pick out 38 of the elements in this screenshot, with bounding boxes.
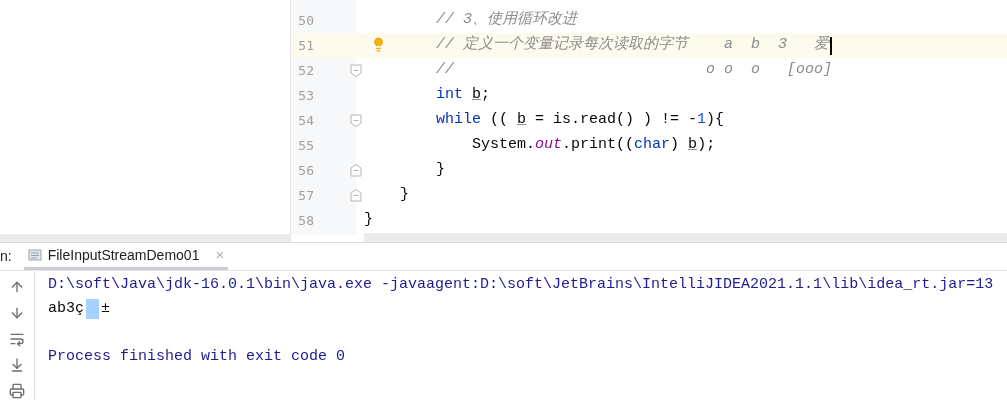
code-text: }: [400, 185, 410, 206]
line-number: 55: [297, 136, 314, 155]
code-text: }: [436, 160, 446, 181]
code-text: // 3、使用循环改进: [436, 9, 578, 31]
line-number: 57: [297, 186, 314, 205]
code-text: System.out.print((char) b);: [472, 135, 716, 156]
print-icon[interactable]: [9, 383, 25, 399]
line-number: 52: [297, 61, 314, 80]
fold-marker-icon[interactable]: [350, 64, 362, 77]
code-text: // 定义一个变量记录每次读取的字节 a b 3 爱: [436, 34, 833, 57]
up-arrow-icon[interactable]: [9, 279, 25, 295]
code-text: int b;: [436, 85, 491, 106]
soft-wrap-icon[interactable]: [9, 331, 25, 347]
run-tab[interactable]: FileInputStreamDemo01 ×: [23, 243, 229, 270]
panel-label: n:: [0, 247, 12, 266]
down-arrow-icon[interactable]: [9, 305, 25, 321]
fold-marker-icon[interactable]: [350, 164, 362, 177]
console-text: Process finished with exit code 0: [48, 346, 346, 367]
line-number: 51: [297, 36, 314, 55]
fold-marker-icon[interactable]: [350, 114, 362, 127]
console-text: ab3ç: [48, 298, 84, 319]
horizontal-scrollbar[interactable]: [364, 233, 1007, 242]
code-text: }: [364, 210, 373, 231]
fold-marker-icon[interactable]: [350, 189, 362, 202]
lightbulb-icon[interactable]: [371, 37, 386, 52]
console-text: ±: [101, 298, 111, 319]
line-number: 53: [297, 86, 314, 105]
line-number: 50: [297, 11, 314, 30]
line-number: 56: [297, 161, 314, 180]
text-selection: [86, 299, 99, 319]
console-text: D:\soft\Java\jdk-16.0.1\bin\java.exe -javaagent:D:\soft\JetBrains\IntelliJIDEA2021.1.1\lib\idea_rt.jar=13: [48, 274, 994, 295]
code-text: while (( b = is.read() ) != -1){: [436, 110, 725, 131]
line-number: 58: [297, 211, 314, 230]
line-number: 54: [297, 111, 314, 130]
code-text: // o o o [ooo]: [436, 60, 833, 81]
tab-title: FileInputStreamDemo01: [47, 245, 200, 265]
file-icon: [27, 248, 42, 262]
scroll-to-end-icon[interactable]: [9, 357, 25, 373]
